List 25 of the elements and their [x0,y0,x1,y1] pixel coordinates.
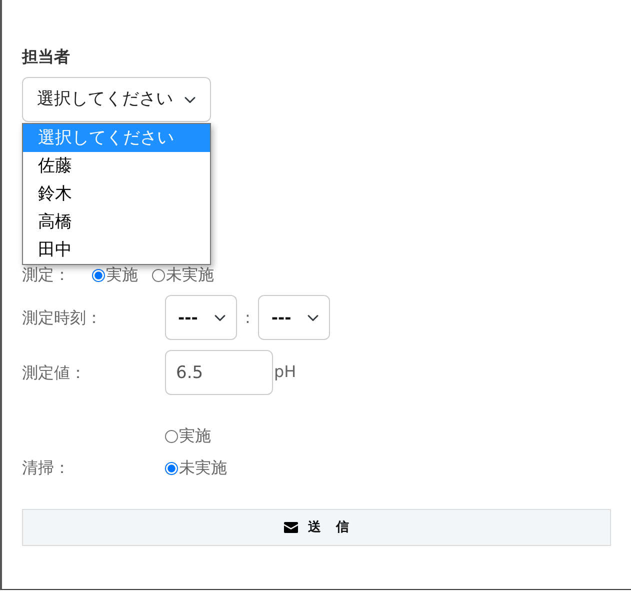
option-label[interactable]: 実施 [106,263,138,287]
field-label: 測定： [22,264,71,286]
field-label: 測定値： [22,362,87,384]
time-separator: : [245,306,250,328]
dropdown-option[interactable]: 鈴木 [23,180,210,208]
radio-button[interactable] [165,430,178,442]
radio-button[interactable] [165,462,178,474]
field-label: 清掃： [22,457,71,479]
time-select[interactable]: --- [165,295,237,340]
option-label[interactable]: 未実施 [166,263,214,287]
dropdown-option[interactable]: 田中 [23,236,210,264]
value-input[interactable]: 6.5 [165,350,273,395]
radio-button[interactable] [152,268,165,282]
envelope-icon [284,522,298,533]
dropdown-option[interactable]: 高橋 [23,208,210,236]
unit-label: pH [274,361,296,383]
option-label[interactable]: 実施 [179,424,211,448]
assignee-select[interactable]: 選択してください [22,77,211,122]
radio-button[interactable] [92,268,105,282]
send-button[interactable]: 送 信 [22,509,611,546]
time-select[interactable]: --- [258,295,330,340]
field-label: 測定時刻： [22,306,103,328]
option-label[interactable]: 未実施 [179,456,227,480]
dropdown-option[interactable]: 佐藤 [23,152,210,180]
field-label: 担当者 [22,46,70,68]
